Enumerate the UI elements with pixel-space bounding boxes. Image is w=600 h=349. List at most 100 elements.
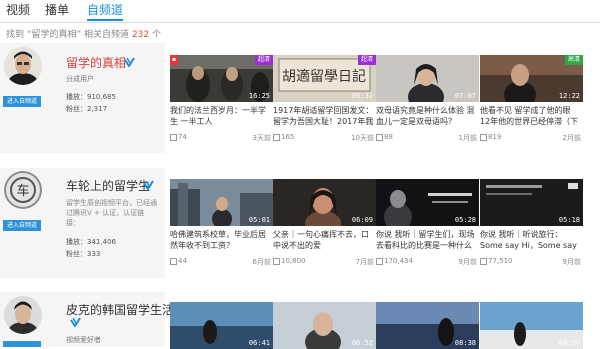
video-play-count: 44 xyxy=(178,257,187,265)
enter-channel-button[interactable]: 进入自频道 xyxy=(3,220,41,231)
video-title[interactable]: 你说 我听｜留学生们，现场去看科比的比赛是一种什么样… xyxy=(376,229,479,251)
video-age: 7月前 xyxy=(355,258,374,266)
video-duration: 05:28 xyxy=(454,216,476,224)
fan-count-value: 2,317 xyxy=(87,105,108,113)
video-thumbnail[interactable]: 05:28 xyxy=(376,179,479,226)
video-title[interactable]: 双母语究竟是种什么体验 混血儿一定是双母语吗？ xyxy=(376,105,479,127)
video-thumbnail[interactable]: 06:52 xyxy=(273,302,376,349)
play-count-icon xyxy=(273,258,280,265)
result-prefix: 找到 “留学的真相” 相关自频道 xyxy=(6,30,130,40)
badge-icon: ▪ xyxy=(170,55,179,65)
svg-text:车: 车 xyxy=(16,183,29,199)
verified-badge-icon xyxy=(143,180,154,190)
quality-badge: 高清 xyxy=(564,55,583,65)
tab-videos[interactable]: 视频 xyxy=(6,1,30,19)
video-age: 9月前 xyxy=(562,258,581,266)
channel-type: 视频爱好者 xyxy=(66,336,101,344)
fan-count: 粉丝：333 xyxy=(66,249,100,259)
channel-name[interactable]: 皮克的韩国留学生活 xyxy=(66,301,174,318)
play-count: 播放：341,406 xyxy=(66,237,116,247)
play-count-icon xyxy=(273,134,280,141)
quality-badge: 超清 xyxy=(254,55,273,65)
video-age: 10天前 xyxy=(351,134,374,142)
video-play-count: 819 xyxy=(488,133,502,141)
video-duration: 06:41 xyxy=(248,339,270,347)
video-title[interactable]: 哈佛建筑系校草，毕业后居然年收不到工资？ xyxy=(170,229,273,251)
video-age: 9月前 xyxy=(458,258,477,266)
result-count-text: 找到 “留学的真相” 相关自频道 232 个 xyxy=(6,27,161,40)
avatar[interactable] xyxy=(4,47,42,85)
enter-channel-button[interactable]: 进入自频道 xyxy=(3,96,41,107)
tab-channels[interactable]: 自频道 xyxy=(87,1,124,21)
channel-name[interactable]: 留学的真相 xyxy=(66,54,126,71)
play-count: 播放：910,685 xyxy=(66,92,116,102)
play-count-icon xyxy=(480,258,487,265)
tab-bar: 视频 播单 自频道 xyxy=(0,0,600,23)
fan-count-value: 333 xyxy=(87,250,101,258)
verified-badge-icon xyxy=(70,317,81,327)
video-duration: 05:31 xyxy=(351,92,373,100)
result-count: 232 xyxy=(131,30,150,40)
video-title[interactable]: 他看不见 留学成了他的眼 12年他的世界已经停滞（下 xyxy=(480,105,583,127)
video-thumbnail[interactable]: 高清 12:22 xyxy=(480,55,583,102)
video-thumbnail[interactable]: 胡適留學日記 超清 05:31 xyxy=(273,55,376,102)
video-play-count: 74 xyxy=(178,133,187,141)
play-count-icon xyxy=(376,258,383,265)
avatar-image: 车 xyxy=(4,171,42,209)
avatar[interactable] xyxy=(4,296,42,334)
video-thumbnail[interactable]: 08:38 xyxy=(376,302,479,349)
video-duration: 06:09 xyxy=(351,216,373,224)
avatar-image xyxy=(4,296,42,334)
quality-badge: 超清 xyxy=(357,55,376,65)
avatar-image xyxy=(4,47,42,85)
play-count-label: 播放： xyxy=(66,93,87,101)
video-thumbnail[interactable]: 06:41 xyxy=(170,302,273,349)
play-count-icon xyxy=(170,134,177,141)
verified-badge-icon xyxy=(124,57,135,67)
video-play-count: 170,434 xyxy=(384,257,413,265)
channel-name[interactable]: 车轮上的留学生 xyxy=(66,177,150,194)
video-title[interactable]: 1917年胡适留学回国发文：留学为吾国大耻！2017年我们… xyxy=(273,105,376,127)
fan-count-label: 粉丝： xyxy=(66,250,87,258)
video-play-count: 10,800 xyxy=(281,257,306,265)
play-count-icon xyxy=(480,134,487,141)
svg-text:胡適留學日記: 胡適留學日記 xyxy=(282,68,366,85)
avatar[interactable]: 车 xyxy=(4,171,42,209)
video-duration: 08:38 xyxy=(454,339,476,347)
video-age: 1月前 xyxy=(458,134,477,142)
play-count-label: 播放： xyxy=(66,238,87,246)
video-duration: 05:01 xyxy=(248,216,270,224)
tab-playlists[interactable]: 播单 xyxy=(45,1,69,19)
play-count-value: 341,406 xyxy=(87,238,116,246)
video-thumbnail[interactable]: 05:01 xyxy=(170,179,273,226)
video-play-count: 88 xyxy=(384,133,393,141)
play-count-icon xyxy=(376,134,383,141)
fan-count-label: 粉丝： xyxy=(66,105,87,113)
video-duration: 05:18 xyxy=(558,216,580,224)
video-play-count: 165 xyxy=(281,133,295,141)
play-count-value: 910,685 xyxy=(87,93,116,101)
video-thumbnail[interactable]: 07:07 xyxy=(376,55,479,102)
channel-description: 留学生原创视频平台，已经通过腾讯V + 认证，认证链接： xyxy=(66,199,157,227)
video-age: 3天前 xyxy=(252,134,271,142)
video-age: 6月前 xyxy=(252,258,271,266)
play-count-icon xyxy=(170,258,177,265)
enter-channel-button[interactable] xyxy=(3,341,41,347)
fan-count: 粉丝：2,317 xyxy=(66,104,107,114)
video-title[interactable]: 我们的法兰西岁月：一半学生 一半工人 xyxy=(170,105,273,127)
video-title[interactable]: 父亲｜一句心痛挥不去，口中说不出的爱 xyxy=(273,229,376,251)
video-thumbnail[interactable]: 05:18 xyxy=(480,179,583,226)
video-thumbnail[interactable]: ▪ 超清 16:25 xyxy=(170,55,273,102)
video-thumbnail[interactable]: 04:37 xyxy=(480,302,583,349)
video-play-count: 77,510 xyxy=(488,257,513,265)
video-duration: 16:25 xyxy=(248,92,270,100)
video-age: 2月前 xyxy=(562,134,581,142)
channel-type: 分成用户 xyxy=(66,75,94,83)
video-duration: 04:37 xyxy=(558,339,580,347)
result-suffix: 个 xyxy=(152,30,162,40)
video-title[interactable]: 你说 我听｜听说旅行：Some say Hi，Some say Bye！ xyxy=(480,229,583,251)
video-duration: 06:52 xyxy=(351,339,373,347)
video-thumbnail[interactable]: 06:09 xyxy=(273,179,376,226)
video-duration: 07:07 xyxy=(454,92,476,100)
video-duration: 12:22 xyxy=(558,92,580,100)
